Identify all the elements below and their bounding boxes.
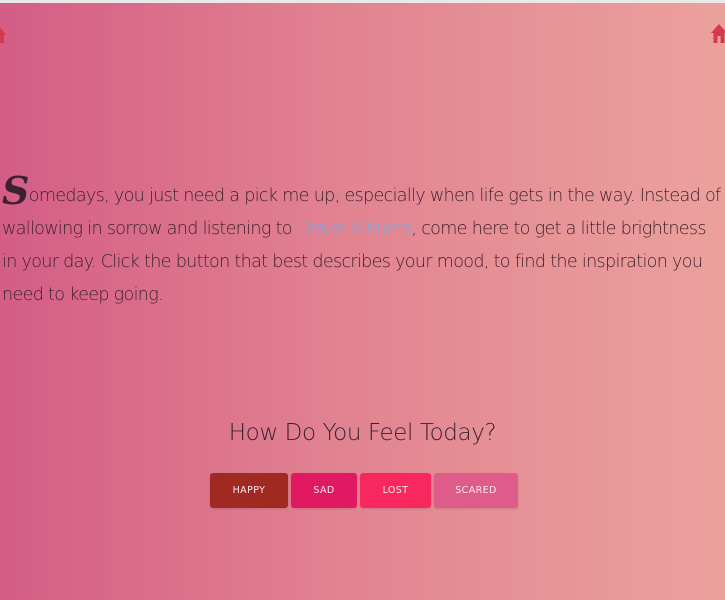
mood-question-heading: How Do You Feel Today? xyxy=(228,420,497,446)
mood-button-group: HAPPY SAD LOST SCARED xyxy=(210,473,518,508)
home-icon[interactable] xyxy=(711,22,725,44)
lost-button[interactable]: LOST xyxy=(360,473,431,508)
scared-button[interactable]: SCARED xyxy=(434,473,518,508)
intro-paragraph: Somedays, you just need a pick me up, es… xyxy=(2,172,724,312)
drake-albums-link[interactable]: Drake Albums xyxy=(297,219,412,239)
happy-button[interactable]: HAPPY xyxy=(210,473,288,508)
home-icon[interactable] xyxy=(0,26,6,44)
sad-button[interactable]: SAD xyxy=(291,473,357,508)
top-border xyxy=(0,0,725,3)
dropcap-letter: S xyxy=(2,168,29,213)
